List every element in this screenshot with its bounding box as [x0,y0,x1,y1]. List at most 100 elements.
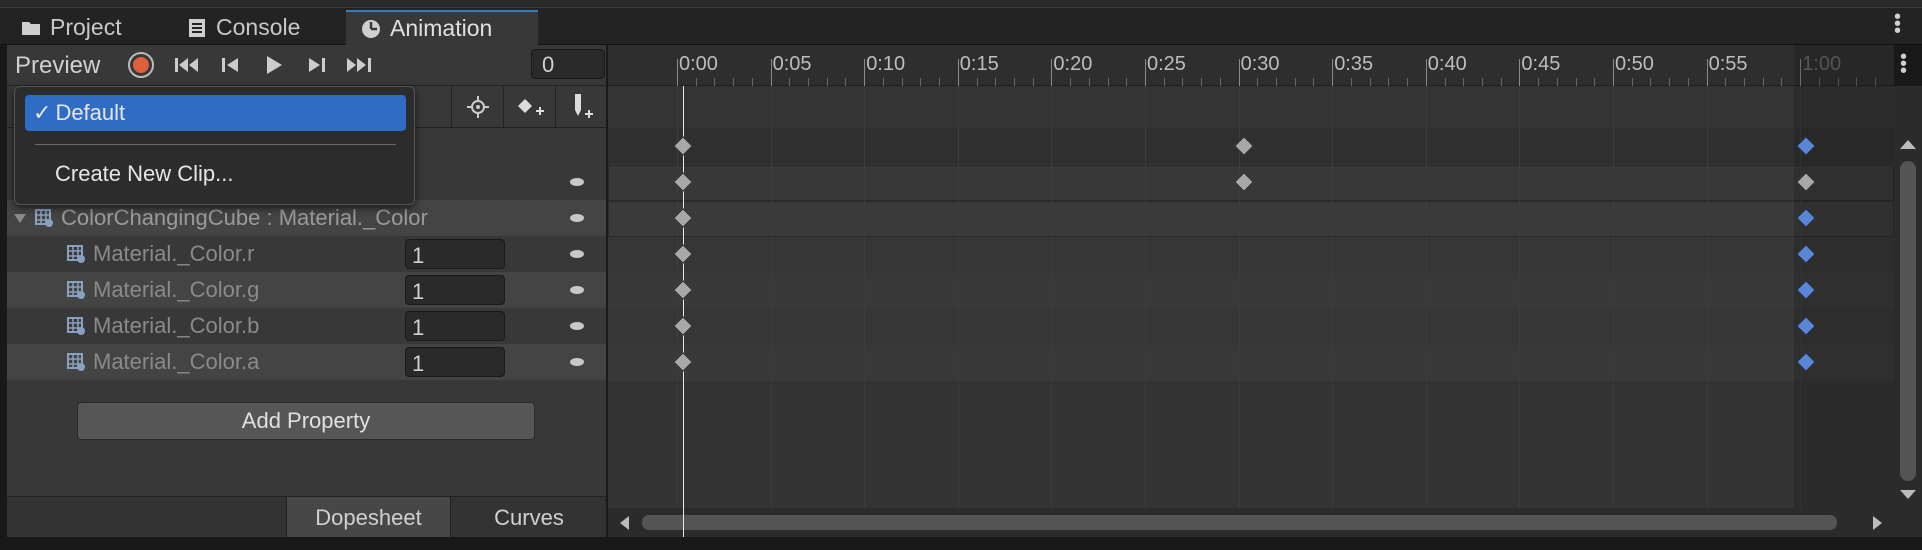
check-icon: ✓ [33,100,52,125]
ruler-minor-tick [789,78,791,86]
filter-by-selection-button[interactable] [451,86,503,128]
ruler-tick [1519,59,1521,86]
timeline-options-icon[interactable]: • • • [1900,47,1907,81]
row-options-icon[interactable] [570,178,584,186]
record-button[interactable] [124,49,158,81]
ruler-minor-tick [1762,78,1764,86]
last-keyframe-button[interactable] [343,49,377,81]
horizontal-scroll-thumb[interactable] [642,515,1837,530]
frame-input[interactable]: 0 [531,49,605,79]
foldout-arrow-icon[interactable] [13,212,27,224]
row-options-icon[interactable] [570,250,584,258]
tab-animation-label: Animation [390,15,493,41]
tab-dopesheet[interactable]: Dopesheet [286,497,451,538]
property-row[interactable]: Material._Color.a 1 [7,344,607,380]
more-menu-icon[interactable]: • • • [1894,7,1901,41]
property-row[interactable]: Material._Color.r 1 [7,236,607,272]
property-value-input[interactable]: 1 [405,275,505,305]
play-button[interactable] [257,49,291,81]
tab-project-label: Project [50,14,122,40]
preview-toggle[interactable]: Preview [15,52,100,80]
ruler-tick [677,59,678,86]
grid-line [770,86,772,537]
ruler-minor-tick [1538,78,1540,86]
record-icon [128,52,154,78]
scroll-up-icon[interactable] [1900,140,1916,149]
property-value-input[interactable]: 1 [405,347,505,377]
ruler-tick-label: 0:25 [1147,53,1186,75]
property-row[interactable]: Material._Color.b 1 [7,308,607,344]
property-keyframe-row [608,273,1894,309]
property-keyframe-row [608,345,1894,381]
grid-line [1051,86,1053,537]
tab-animation[interactable]: Animation [346,10,538,45]
scroll-left-icon[interactable] [620,516,629,530]
ruler-minor-tick [1407,78,1409,86]
ruler-tick [1613,59,1614,86]
grid-line [957,86,959,537]
material-property-icon [67,245,85,263]
ruler-minor-tick [1687,78,1689,86]
ruler-minor-tick [1556,78,1558,86]
row-options-icon[interactable] [570,322,584,330]
property-row[interactable]: Material._Color.g 1 [7,272,607,308]
property-label: Material._Color.r [93,241,255,266]
ruler-tick-label: 0:30 [1240,53,1280,75]
row-options-icon[interactable] [570,358,584,366]
ruler-minor-tick [1126,78,1128,86]
ruler-minor-tick [1575,78,1577,86]
ruler-tick [1051,59,1053,86]
property-value-input[interactable]: 1 [405,311,505,341]
scroll-down-icon[interactable] [1900,490,1916,499]
grid-line [864,86,866,537]
ruler-minor-tick [1276,78,1278,86]
dopesheet-timeline[interactable]: 0:00 0:05 0:10 0:15 0:20 0:25 0:30 0:35 0:40 0:45… [608,45,1894,537]
ruler-minor-tick [1481,78,1483,86]
property-label-wrap: Material._Color.r [65,241,254,267]
ruler-minor-tick [751,78,753,86]
property-keyframe-row [608,237,1894,273]
ruler-minor-tick [845,78,847,86]
horizontal-scrollbar[interactable] [608,508,1894,537]
ruler-minor-tick [1669,78,1671,86]
ruler-tick [1425,59,1427,86]
tab-console[interactable]: Console [172,10,314,45]
ruler-tick-label: 0:00 [679,53,718,75]
create-new-clip-item[interactable]: Create New Clip... [25,156,406,192]
ruler-minor-tick [1182,78,1184,86]
scroll-right-icon[interactable] [1873,516,1882,530]
ruler-tick-label: 0:10 [866,53,906,75]
ruler-tick-label: 0:20 [1053,53,1093,75]
add-property-button[interactable]: Add Property [77,402,535,440]
row-options-icon[interactable] [570,286,584,294]
play-icon [267,56,282,74]
row-options-icon[interactable] [570,214,584,222]
ruler-tick [1332,59,1334,86]
vertical-scrollbar[interactable] [1894,86,1922,537]
ruler-minor-tick [1201,78,1203,86]
vertical-scroll-thumb[interactable] [1900,161,1916,481]
add-event-button[interactable] [555,86,607,128]
previous-keyframe-button[interactable] [213,49,247,81]
ruler-minor-tick [1257,78,1259,86]
first-keyframe-button[interactable] [170,49,204,81]
track-group-row[interactable]: ColorChangingCube : Material._Color [7,200,607,236]
time-ruler[interactable]: 0:00 0:05 0:10 0:15 0:20 0:25 0:30 0:35 0:40 0:45… [608,45,1894,86]
tab-project[interactable]: Project [6,10,136,45]
next-keyframe-button[interactable] [300,49,334,81]
ruler-tick-label: 0:55 [1708,53,1748,75]
property-label: Material._Color.g [93,277,260,302]
menu-separator [35,144,396,145]
property-value-input[interactable]: 1 [405,239,505,269]
ruler-minor-tick [1650,78,1652,86]
tab-curves[interactable]: Curves [451,497,607,538]
add-keyframe-button[interactable] [503,86,555,128]
view-mode-tabs: Dopesheet Curves [7,496,607,538]
clip-option-default[interactable]: ✓ Default [25,95,406,131]
grid-line [1238,86,1240,537]
ruler-minor-tick [826,78,828,86]
grid-line [677,86,678,537]
ruler-tick-label: 0:45 [1521,53,1561,75]
tab-console-label: Console [216,14,301,40]
track-group-label: ColorChangingCube : Material._Color [61,205,428,230]
